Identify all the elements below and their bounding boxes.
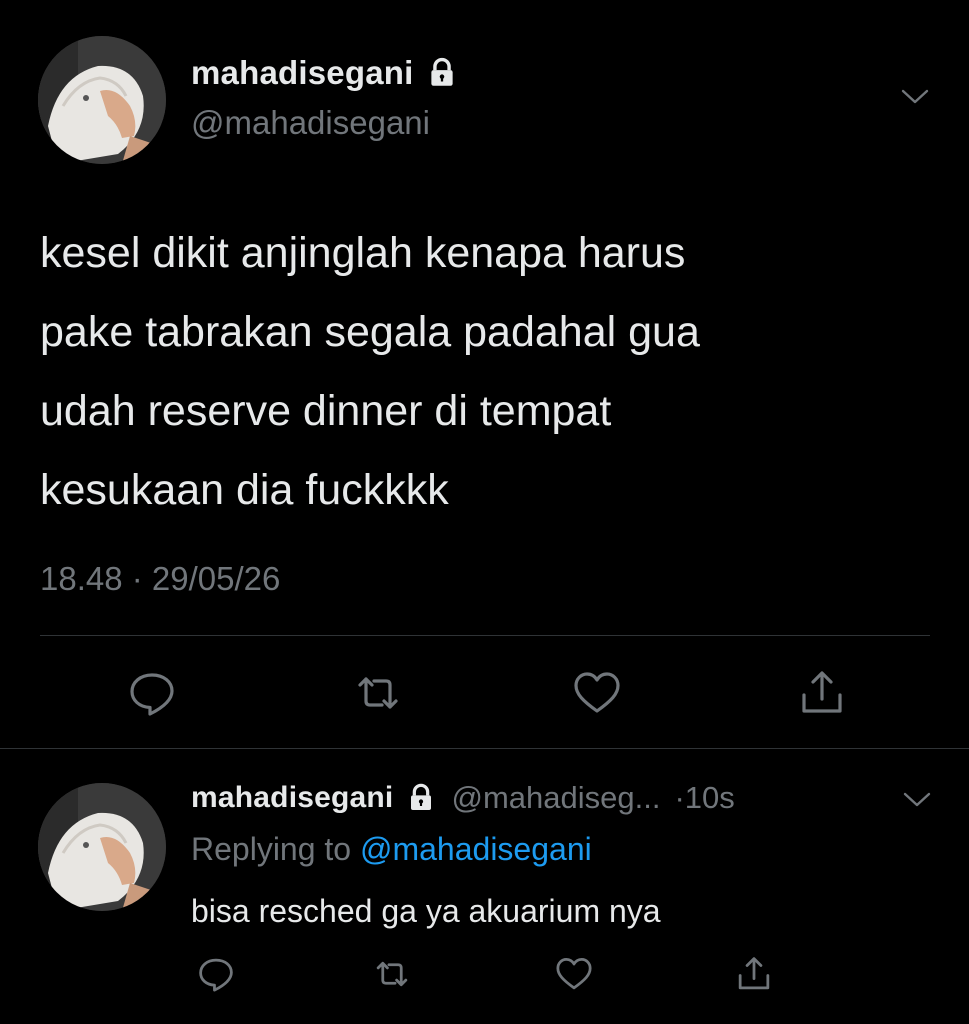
mention-link[interactable]: @mahadisegani [360, 831, 592, 867]
share-icon[interactable] [796, 667, 848, 719]
avatar-image [38, 783, 166, 911]
tweet-timestamp[interactable]: 18.48 · 29/05/26 [40, 560, 280, 598]
tweet-thread: mahadisegani @mahadisegani kesel dikit a… [0, 0, 969, 1024]
chevron-down-icon[interactable] [902, 790, 932, 810]
tweet-time[interactable]: ·10s [674, 780, 734, 816]
like-icon[interactable] [554, 954, 594, 994]
like-icon[interactable] [571, 667, 623, 719]
reply-icon[interactable] [126, 667, 178, 719]
display-name[interactable]: mahadisegani [191, 54, 413, 92]
user-handle[interactable]: @mahadiseg... [451, 780, 660, 816]
tweet-text: kesel dikit anjinglah kenapa harus pake … [40, 214, 920, 530]
display-name[interactable]: mahadisegani [191, 781, 393, 815]
tweet-text-line: kesukaan dia fuckkkk [40, 466, 449, 514]
avatar-image [38, 36, 166, 164]
tweet-text-line: kesel dikit anjinglah kenapa harus [40, 229, 686, 277]
retweet-icon[interactable] [352, 667, 404, 719]
divider [0, 748, 969, 749]
tweet-text-line: pake tabrakan segala padahal gua [40, 308, 700, 356]
retweet-icon[interactable] [372, 954, 412, 994]
reply-header: mahadisegani @mahadiseg... ·10s [191, 780, 735, 816]
user-handle[interactable]: @mahadisegani [191, 104, 430, 142]
avatar[interactable] [38, 36, 166, 164]
tweet-text: bisa resched ga ya akuarium nya [191, 893, 661, 929]
reply-icon[interactable] [196, 954, 236, 994]
replying-to-label: Replying to [191, 831, 352, 867]
share-icon[interactable] [734, 954, 774, 994]
replying-to: Replying to @mahadisegani [191, 831, 592, 868]
avatar[interactable] [38, 783, 166, 911]
display-name-row: mahadisegani [191, 54, 459, 92]
lock-icon [425, 56, 459, 90]
divider [40, 635, 930, 636]
tweet-text-line: udah reserve dinner di tempat [40, 387, 612, 435]
chevron-down-icon[interactable] [900, 87, 930, 107]
lock-icon [405, 782, 437, 814]
